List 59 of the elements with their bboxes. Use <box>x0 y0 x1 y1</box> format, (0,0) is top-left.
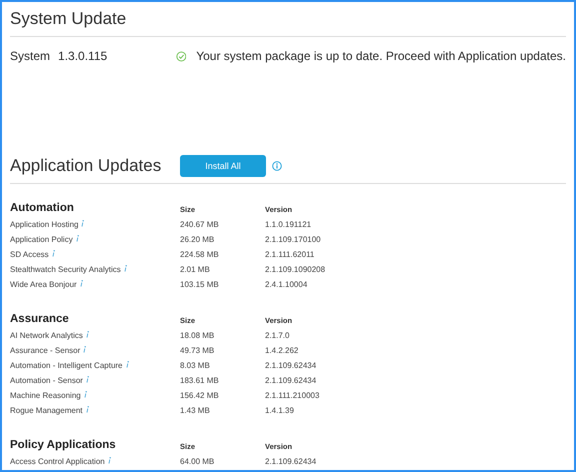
app-name: SD Access <box>10 250 49 259</box>
info-icon[interactable] <box>83 346 86 353</box>
info-icon[interactable] <box>108 457 111 464</box>
section-title: Application Updates <box>10 156 162 176</box>
section-title: System Update <box>10 9 128 29</box>
app-name: Assurance - Sensor <box>10 346 80 355</box>
info-icon[interactable] <box>80 280 83 287</box>
info-icon[interactable] <box>86 331 89 338</box>
app-name: Wide Area Bonjour <box>10 280 77 289</box>
info-icon[interactable] <box>81 220 84 227</box>
app-version: 2.1.7.0 <box>265 331 290 340</box>
app-size: 2.01 MB <box>180 265 211 274</box>
app-name: Machine Reasoning <box>10 391 81 400</box>
app-version: 1.4.2.262 <box>265 346 300 355</box>
app-size: 240.67 MB <box>180 220 220 229</box>
app-size: 64.00 MB <box>180 457 216 466</box>
app-version: 2.1.109.170100 <box>265 235 322 244</box>
app-size: 8.03 MB <box>180 361 211 370</box>
app-version: 2.1.109.1090208 <box>265 265 326 274</box>
info-icon[interactable] <box>52 250 55 257</box>
group-title: Assurance <box>10 313 70 325</box>
app-name: AI Network Analytics <box>10 331 83 340</box>
app-name: Automation - Intelligent Capture <box>10 361 123 370</box>
app-size: 49.73 MB <box>180 346 216 355</box>
app-name: Application Hosting <box>10 220 78 229</box>
info-icon[interactable] <box>272 161 282 171</box>
app-size: 18.08 MB <box>180 331 216 340</box>
status-message: Your system package is up to date. Proceed with Application updates. <box>196 49 566 63</box>
app-name: Automation - Sensor <box>10 376 83 385</box>
app-name: Stealthwatch Security Analytics <box>10 265 121 274</box>
app-size: 1.43 MB <box>180 406 211 415</box>
info-icon[interactable] <box>76 235 79 242</box>
group-title: Automation <box>10 202 75 214</box>
system-label: System <box>10 49 50 63</box>
app-size: 156.42 MB <box>180 391 220 400</box>
app-name: Access Control Application <box>10 457 105 466</box>
group-title: Policy Applications <box>10 439 117 451</box>
info-icon[interactable] <box>86 376 89 383</box>
info-icon[interactable] <box>126 361 129 368</box>
check-circle-icon <box>176 50 186 62</box>
app-version: 2.1.111.210003 <box>265 391 320 400</box>
app-version: 1.4.1.39 <box>265 406 295 415</box>
app-size: 26.20 MB <box>180 235 216 244</box>
info-icon[interactable] <box>84 391 87 398</box>
info-icon[interactable] <box>86 406 88 413</box>
install-all-button[interactable]: Install All <box>180 155 266 177</box>
app-version: 2.1.109.62434 <box>265 457 318 466</box>
app-name: Application Policy <box>10 235 73 244</box>
app-version: 2.1.109.62434 <box>265 376 318 385</box>
app-size: 183.61 MB <box>180 376 220 385</box>
info-icon[interactable] <box>124 265 127 272</box>
app-version: 2.1.111.62011 <box>265 250 316 259</box>
app-size: 224.58 MB <box>180 250 220 259</box>
app-size: 103.15 MB <box>180 280 220 289</box>
app-version: 2.1.109.62434 <box>265 361 318 370</box>
system-version: 1.3.0.115 <box>58 49 108 63</box>
app-version: 1.1.0.191121 <box>265 220 312 229</box>
app-version: 2.4.1.10004 <box>265 280 308 289</box>
app-name: Rogue Management <box>10 406 82 415</box>
